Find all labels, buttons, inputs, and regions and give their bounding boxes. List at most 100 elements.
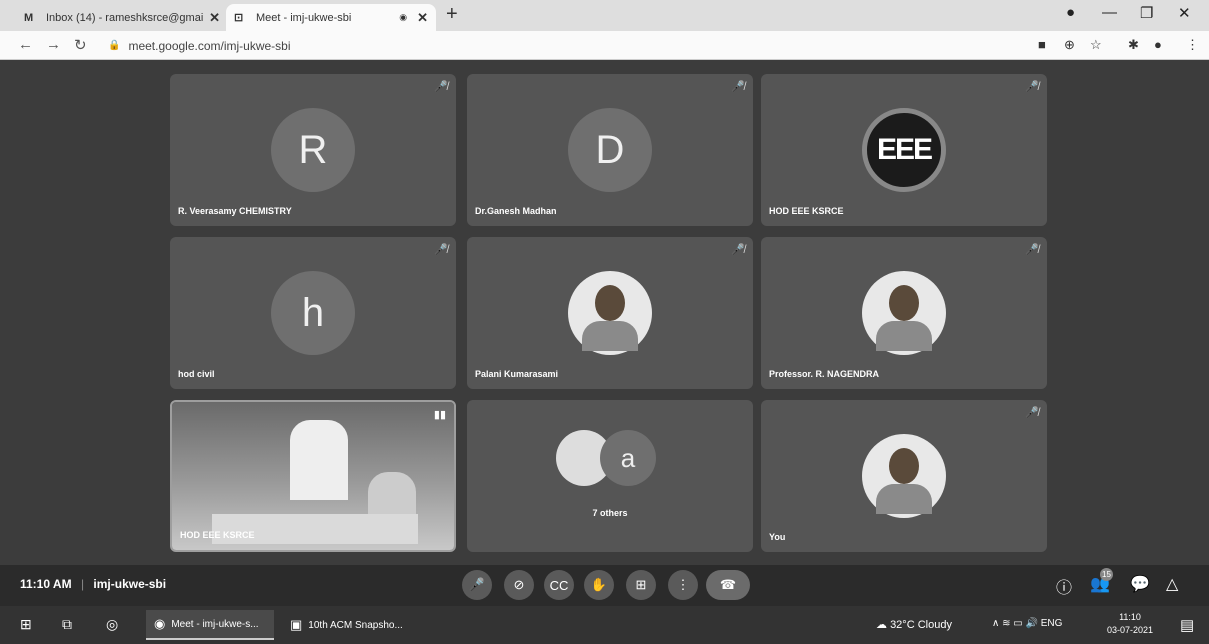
cloud-icon: ☁ [876,619,887,631]
profile-photo [568,271,652,355]
participant-tile[interactable]: 🎤̸ h hod civil [170,237,456,389]
participant-name: Professor. R. NAGENDRA [769,369,880,379]
camera-toggle-icon[interactable]: ⊘ [504,570,534,600]
mic-toggle-icon[interactable]: 🎤 [462,570,492,600]
mic-off-icon: 🎤̸ [1025,244,1039,256]
avatar: a [600,430,656,486]
url-field[interactable]: 🔒 meet.google.com/imj-ukwe-sbi [108,36,291,55]
meeting-details: 11:10 AM | imj-ukwe-sbi [20,577,166,591]
tab-meet[interactable]: ⊡ Meet - imj-ukwe-sbi ◉ ✕ [226,4,436,31]
forward-icon[interactable]: → [46,36,61,53]
video-tile-active[interactable]: ▮▮ HOD EEE KSRCE [170,400,456,552]
meet-control-bar: 11:10 AM | imj-ukwe-sbi 🎤 ⊘ CC ✋ ⊞ ⋮ ☎ ⓘ… [0,565,1209,606]
volume-icon[interactable]: 🔊 [1026,618,1038,629]
tab-title: Meet - imj-ukwe-sbi [256,11,352,24]
present-screen-icon[interactable]: ⊞ [626,570,656,600]
minimize-icon[interactable]: — [1102,4,1117,21]
participant-tile[interactable]: 🎤̸ EEE HOD EEE KSRCE [761,74,1047,226]
photo-body [876,321,932,351]
notification-icon[interactable]: ▤ [1180,616,1194,634]
weather-text: 32°C Cloudy [890,619,952,631]
clock-time: 11:10 [1119,612,1141,622]
edge-icon[interactable]: ◎ [106,616,118,633]
meet-icon: ⊡ [234,12,244,24]
meeting-time: 11:10 AM [20,577,72,591]
lock-icon: 🔒 [108,40,121,51]
windows-start-icon[interactable]: ⊞ [20,616,32,633]
leave-call-icon[interactable]: ☎ [706,570,750,600]
profile-photo [862,271,946,355]
close-icon[interactable]: ✕ [417,10,428,26]
new-tab-button[interactable]: + [446,3,458,26]
raise-hand-icon[interactable]: ✋ [584,570,614,600]
browser-tab-bar: M Inbox (14) - rameshksrce@gmail ✕ ⊡ Mee… [0,0,1209,31]
participant-name: HOD EEE KSRCE [769,206,844,216]
avatar: R [271,108,355,192]
more-options-icon[interactable]: ⋮ [668,570,698,600]
profile-icon[interactable]: ● [1066,4,1075,21]
participant-tile[interactable]: 🎤̸ Palani Kumarasami [467,237,753,389]
photo-body [876,484,932,514]
extensions-icon[interactable]: ✱ [1128,37,1139,53]
profile-photo [862,434,946,518]
participant-tile[interactable]: 🎤̸ D Dr.Ganesh Madhan [467,74,753,226]
avatar: h [271,271,355,355]
recording-icon: ◉ [399,12,408,22]
taskbar-clock[interactable]: 11:10 03-07-2021 [1104,611,1156,637]
photo-body [582,321,638,351]
activities-icon[interactable]: △ [1166,574,1178,594]
participant-name: You [769,532,786,542]
captions-icon[interactable]: CC [544,570,574,600]
taskbar-item-label: Meet - imj-ukwe-s... [171,618,259,630]
self-tile[interactable]: 🎤̸ You [761,400,1047,552]
tab-title: Inbox (14) - rameshksrce@gmail [46,11,204,24]
mic-off-icon: 🎤̸ [731,81,745,93]
close-icon[interactable]: ✕ [209,10,220,26]
menu-icon[interactable]: ⋮ [1186,37,1199,53]
restore-icon[interactable]: ❐ [1140,4,1153,22]
participant-name: hod civil [178,369,215,379]
taskbar-item-meet[interactable]: ◉ Meet - imj-ukwe-s... [146,610,274,640]
task-view-icon[interactable]: ⧉ [62,616,72,633]
participant-name: Dr.Ganesh Madhan [475,206,557,216]
participant-name: HOD EEE KSRCE [180,530,255,540]
powerpoint-icon: ▣ [290,617,303,632]
audio-level-icon: ▮▮ [433,409,446,421]
meeting-info-icon[interactable]: ⓘ [1056,574,1072,598]
others-label: 7 others [592,508,628,518]
zoom-icon[interactable]: ⊕ [1064,37,1075,53]
others-tile[interactable]: a 7 others [467,400,753,552]
camera-indicator-icon[interactable]: ■ [1038,37,1046,52]
avatar: D [568,108,652,192]
taskbar-item-acm[interactable]: ▣ 10th ACM Snapsho... [282,610,432,640]
language-indicator[interactable]: ENG [1041,618,1063,629]
back-icon[interactable]: ← [18,36,33,53]
mic-off-icon: 🎤̸ [731,244,745,256]
people-count-badge: 15 [1100,568,1113,581]
system-tray[interactable]: ∧ ≋ ▭ 🔊 ENG [992,618,1062,629]
close-window-icon[interactable]: ✕ [1178,4,1191,22]
avatar[interactable]: ● [1154,37,1162,52]
separator: | [80,577,85,591]
participant-name: Palani Kumarasami [475,369,559,379]
wifi-icon[interactable]: ≋ [1002,618,1010,629]
presenter-figure [290,420,348,500]
chat-icon[interactable]: 💬 [1130,574,1150,594]
chevron-up-icon[interactable]: ∧ [992,618,999,629]
gmail-icon: M [24,11,34,24]
star-icon[interactable]: ☆ [1090,37,1102,53]
others-avatars: a [556,430,666,490]
meet-grid: 🎤̸ R R. Veerasamy CHEMISTRY 🎤̸ D Dr.Gane… [0,61,1209,606]
camera-feed [172,402,454,550]
tab-gmail[interactable]: M Inbox (14) - rameshksrce@gmail ✕ [16,4,228,31]
participant-tile[interactable]: 🎤̸ Professor. R. NAGENDRA [761,237,1047,389]
participant-tile[interactable]: 🎤̸ R R. Veerasamy CHEMISTRY [170,74,456,226]
reload-icon[interactable]: ↻ [74,36,87,54]
mic-off-icon: 🎤̸ [1025,407,1039,419]
battery-icon[interactable]: ▭ [1013,618,1022,629]
participant-name: R. Veerasamy CHEMISTRY [178,206,292,216]
meeting-code: imj-ukwe-sbi [93,577,167,591]
mic-off-icon: 🎤̸ [1025,81,1039,93]
weather-widget[interactable]: ☁ 32°C Cloudy [876,618,952,631]
eee-logo: EEE [862,108,946,192]
